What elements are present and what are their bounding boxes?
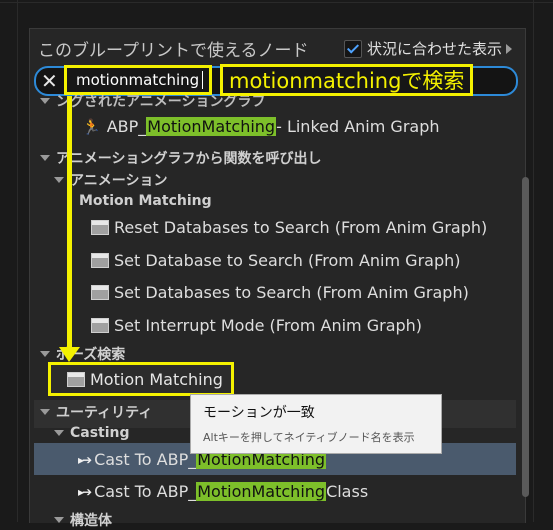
category-motion-matching[interactable]: Motion Matching [79,193,212,209]
function-node-icon [91,253,109,268]
annotation-arrow-head-icon [59,347,80,362]
tooltip-title: モーションが一致 [203,405,315,421]
category-label: アニメーショングラフから関数を呼び出し [56,151,322,167]
item-prefix: Cast To ABP_ [94,450,197,469]
collapse-arrow-icon [40,155,50,161]
category-pose-search[interactable]: ポーズ検索 [40,344,125,364]
category-label: Motion Matching [79,193,212,209]
node-tooltip: モーションが一致 Altキーを押してネイティブノード名を表示 [190,394,442,454]
scrollbar-thumb[interactable] [522,177,529,497]
anim-node-icon [67,371,85,387]
item-label: Set Databases to Search (From Anim Graph… [114,283,469,302]
collapse-arrow-icon [40,409,50,415]
category-utility[interactable]: ユーティリティ [40,402,152,422]
collapse-arrow-icon [40,351,50,357]
collapse-arrow-icon [54,517,64,523]
item-prefix: Cast To ABP_ [94,482,197,501]
function-node-icon [91,285,109,300]
expand-arrow-icon[interactable] [506,43,513,54]
node-palette-panel: このブループリントで使えるノード 状況に合わせた表示 ✕ ングされたアニメーショ… [29,28,529,529]
panel-title: このブループリントで使えるノード [38,41,309,61]
motion-matching-node-item[interactable]: Motion Matching [48,362,234,396]
list-item[interactable]: Reset Databases to Search (From Anim Gra… [91,218,487,237]
function-node-icon [91,220,109,235]
text-caret [202,71,204,89]
search-input[interactable]: motionmatching [64,65,212,95]
item-label: Set Interrupt Mode (From Anim Graph) [114,316,423,335]
context-sensitive-checkbox[interactable] [344,39,362,58]
list-item[interactable]: Set Database to Search (From Anim Graph) [91,251,460,270]
function-node-icon [91,318,109,333]
category-label: アニメーション [70,173,168,189]
annotation-label: motionmatchingで検索 [220,64,474,96]
tooltip-hint: Altキーを押してネイティブノード名を表示 [203,431,415,444]
list-item-linked-anim-graph[interactable]: 🏃 ABP_ MotionMatching - Linked Anim Grap… [82,117,440,136]
search-match-highlight: MotionMatching [196,482,327,501]
category-call-anim-functions[interactable]: アニメーショングラフから関数を呼び出し [40,148,321,168]
search-input-value: motionmatching [76,71,200,89]
collapse-arrow-icon [54,430,64,436]
category-label: Casting [70,425,130,441]
collapse-arrow-icon [40,98,50,104]
item-suffix: Class [326,482,369,501]
list-item-cast-class[interactable]: ▸➔ Cast To ABP_ MotionMatching Class [78,482,368,501]
list-item[interactable]: Set Interrupt Mode (From Anim Graph) [91,316,422,335]
running-person-icon: 🏃 [82,117,101,136]
item-prefix: ABP_ [106,117,147,136]
item-label: Reset Databases to Search (From Anim Gra… [114,218,488,237]
category-casting[interactable]: Casting [54,425,130,441]
graph-grid-line [17,0,18,522]
context-sensitive-label: 状況に合わせた表示 [367,40,503,58]
graph-grid-line [533,0,534,522]
context-sensitive-toggle[interactable]: 状況に合わせた表示 [344,38,513,59]
category-struct[interactable]: 構造体 [54,510,112,530]
clear-search-icon[interactable]: ✕ [41,70,58,92]
collapse-arrow-icon [54,177,64,183]
category-label: ユーティリティ [56,405,153,421]
annotation-arrow-line [67,96,72,350]
graph-grid-line [0,2,553,3]
item-suffix: - Linked Anim Graph [276,117,440,136]
item-label: Set Database to Search (From Anim Graph) [114,251,461,270]
category-label: 構造体 [70,513,112,529]
item-label: Motion Matching [90,369,223,389]
cast-arrow-icon: ▸➔ [78,484,92,499]
cast-arrow-icon: ▸➔ [78,452,92,467]
search-match-highlight: MotionMatching [146,117,277,136]
list-item[interactable]: Set Databases to Search (From Anim Graph… [91,283,469,302]
